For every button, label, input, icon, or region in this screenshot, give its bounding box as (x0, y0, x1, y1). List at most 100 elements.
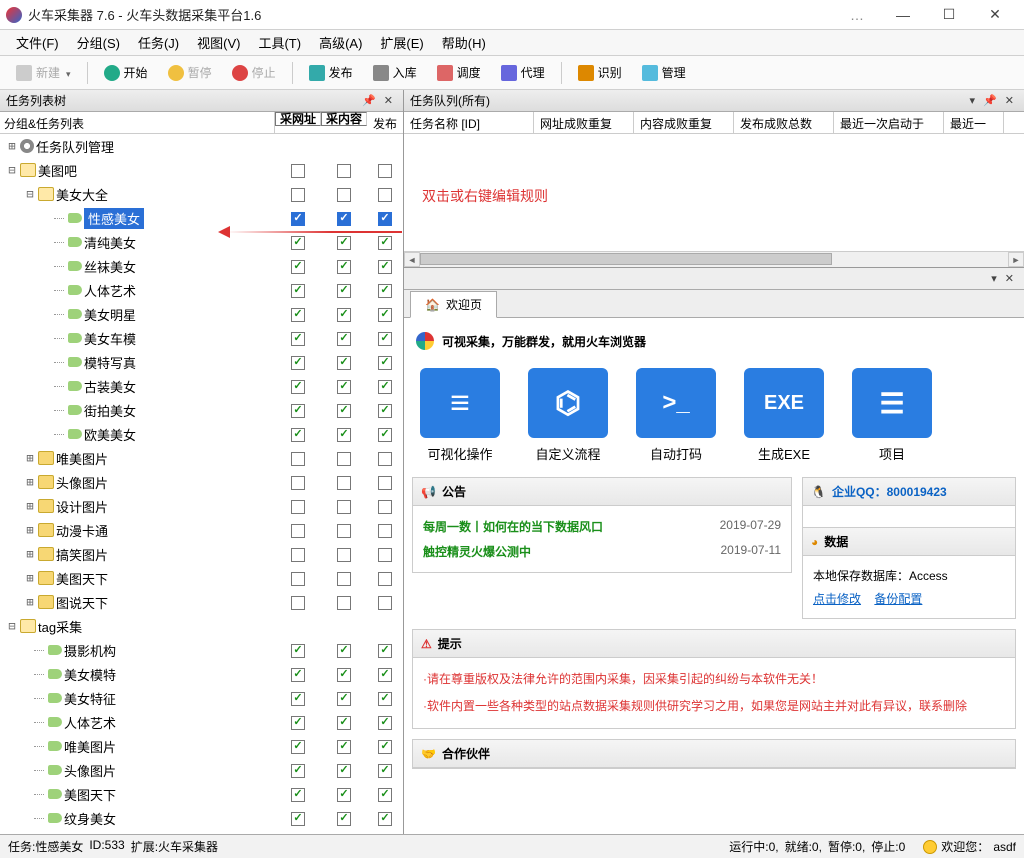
tree-toggle[interactable]: ⊞ (6, 139, 18, 153)
checkbox[interactable]: ✓ (337, 260, 351, 274)
checkbox[interactable]: ✓ (378, 380, 392, 394)
checkbox[interactable]: ✓ (337, 812, 351, 826)
checkbox[interactable]: ✓ (378, 668, 392, 682)
checkbox[interactable]: ✓ (291, 236, 305, 250)
tree-toggle[interactable]: ⊟ (6, 619, 18, 633)
checkbox[interactable]: ✓ (337, 764, 351, 778)
tree-toggle[interactable]: ⊟ (24, 187, 36, 201)
checkbox[interactable]: ✓ (337, 788, 351, 802)
checkbox[interactable]: ✓ (291, 500, 305, 514)
checkbox[interactable]: ✓ (337, 692, 351, 706)
checkbox[interactable]: ✓ (291, 452, 305, 466)
checkbox[interactable]: ✓ (337, 596, 351, 610)
checkbox[interactable]: ✓ (291, 476, 305, 490)
tree-leaf-8[interactable]: 街拍美女✓✓✓ (0, 398, 403, 422)
checkbox[interactable]: ✓ (337, 476, 351, 490)
checkbox[interactable]: ✓ (337, 332, 351, 346)
tree-leaf-6[interactable]: 模特写真✓✓✓ (0, 350, 403, 374)
checkbox[interactable]: ✓ (337, 452, 351, 466)
checkbox[interactable]: ✓ (378, 404, 392, 418)
checkbox[interactable]: ✓ (337, 716, 351, 730)
checkbox[interactable]: ✓ (291, 572, 305, 586)
checkbox[interactable]: ✓ (378, 308, 392, 322)
tree-toggle[interactable]: ⊟ (6, 163, 18, 177)
tree-leaf-2[interactable]: 丝袜美女✓✓✓ (0, 254, 403, 278)
tune-button[interactable]: 调度 (429, 60, 489, 85)
tree-toggle[interactable]: ⊞ (24, 499, 36, 513)
tree-group-meinv[interactable]: ⊟美女大全✓✓✓ (0, 182, 403, 206)
maximize-button[interactable]: ☐ (926, 1, 972, 29)
feature-1[interactable]: 自定义流程 (528, 368, 608, 463)
import-button[interactable]: 入库 (365, 60, 425, 85)
close-button[interactable]: ✕ (972, 1, 1018, 29)
checkbox[interactable]: ✓ (378, 548, 392, 562)
start-button[interactable]: 开始 (96, 60, 156, 85)
manage-button[interactable]: 管理 (634, 60, 694, 85)
checkbox[interactable]: ✓ (378, 764, 392, 778)
queue-dropdown-icon[interactable]: ▾ (966, 94, 980, 107)
checkbox[interactable]: ✓ (291, 308, 305, 322)
checkbox[interactable]: ✓ (337, 548, 351, 562)
checkbox[interactable]: ✓ (291, 668, 305, 682)
feature-0[interactable]: 可视化操作 (420, 368, 500, 463)
checkbox[interactable]: ✓ (291, 524, 305, 538)
checkbox[interactable]: ✓ (337, 500, 351, 514)
tree-leaf-9[interactable]: 欧美美女✓✓✓ (0, 422, 403, 446)
backup-link[interactable]: 备份配置 (874, 592, 922, 606)
recognize-button[interactable]: 识别 (570, 60, 630, 85)
tree-toggle[interactable]: ⊞ (24, 547, 36, 561)
edit-db-link[interactable]: 点击修改 (813, 592, 861, 606)
minimize-button[interactable]: — (880, 1, 926, 29)
proxy-button[interactable]: 代理 (493, 60, 553, 85)
tree-toggle[interactable]: ⊞ (24, 595, 36, 609)
checkbox[interactable]: ✓ (337, 212, 351, 226)
tree-leaf-0[interactable]: 性感美女✓✓✓ (0, 206, 403, 230)
checkbox[interactable]: ✓ (378, 428, 392, 442)
tree-leaf2-2[interactable]: 美女特征✓✓✓ (0, 686, 403, 710)
queue-close-icon[interactable]: ✕ (1001, 94, 1018, 107)
checkbox[interactable]: ✓ (337, 380, 351, 394)
queue-col-0[interactable]: 任务名称 [ID] (404, 112, 534, 133)
checkbox[interactable]: ✓ (291, 404, 305, 418)
checkbox[interactable]: ✓ (378, 716, 392, 730)
menu-item-0[interactable]: 文件(F) (8, 30, 67, 55)
tree-leaf2-1[interactable]: 美女模特✓✓✓ (0, 662, 403, 686)
checkbox[interactable]: ✓ (337, 188, 351, 202)
checkbox[interactable]: ✓ (337, 236, 351, 250)
checkbox[interactable]: ✓ (378, 476, 392, 490)
checkbox[interactable]: ✓ (337, 356, 351, 370)
checkbox[interactable]: ✓ (378, 644, 392, 658)
checkbox[interactable]: ✓ (378, 524, 392, 538)
checkbox[interactable]: ✓ (378, 188, 392, 202)
tree-folder2-3[interactable]: ⊞动漫卡通✓✓✓ (0, 518, 403, 542)
welcome-close-icon[interactable]: ✕ (1001, 272, 1018, 285)
checkbox[interactable]: ✓ (378, 740, 392, 754)
checkbox[interactable]: ✓ (378, 500, 392, 514)
checkbox[interactable]: ✓ (378, 260, 392, 274)
checkbox[interactable]: ✓ (337, 644, 351, 658)
checkbox[interactable]: ✓ (337, 524, 351, 538)
checkbox[interactable]: ✓ (337, 164, 351, 178)
notice-row-0[interactable]: 每周一数丨如何在的当下数据风口2019-07-29 (423, 514, 781, 539)
tree-toggle[interactable]: ⊞ (24, 523, 36, 537)
feature-4[interactable]: 项目 (852, 368, 932, 463)
tree-leaf-4[interactable]: 美女明星✓✓✓ (0, 302, 403, 326)
menu-item-3[interactable]: 视图(V) (189, 30, 248, 55)
stop-button[interactable]: 停止 (224, 60, 284, 85)
tree-leaf-1[interactable]: 清纯美女✓✓✓ (0, 230, 403, 254)
publish-button[interactable]: 发布 (301, 60, 361, 85)
checkbox[interactable]: ✓ (291, 332, 305, 346)
panel-pin-icon[interactable]: 📌 (358, 94, 380, 107)
checkbox[interactable]: ✓ (291, 188, 305, 202)
tree-leaf2-0[interactable]: 摄影机构✓✓✓ (0, 638, 403, 662)
tree-leaf-3[interactable]: 人体艺术✓✓✓ (0, 278, 403, 302)
tree-folder2-4[interactable]: ⊞搞笑图片✓✓✓ (0, 542, 403, 566)
new-button[interactable]: 新建 (8, 60, 79, 85)
checkbox[interactable]: ✓ (291, 596, 305, 610)
queue-col-4[interactable]: 最近一次启动于 (834, 112, 944, 133)
panel-close-icon[interactable]: ✕ (380, 94, 397, 107)
checkbox[interactable]: ✓ (378, 236, 392, 250)
task-tree[interactable]: ⊞任务队列管理✓✓✓⊟美图吧✓✓✓⊟美女大全✓✓✓性感美女✓✓✓清纯美女✓✓✓丝… (0, 134, 403, 834)
checkbox[interactable]: ✓ (291, 644, 305, 658)
checkbox[interactable]: ✓ (291, 380, 305, 394)
